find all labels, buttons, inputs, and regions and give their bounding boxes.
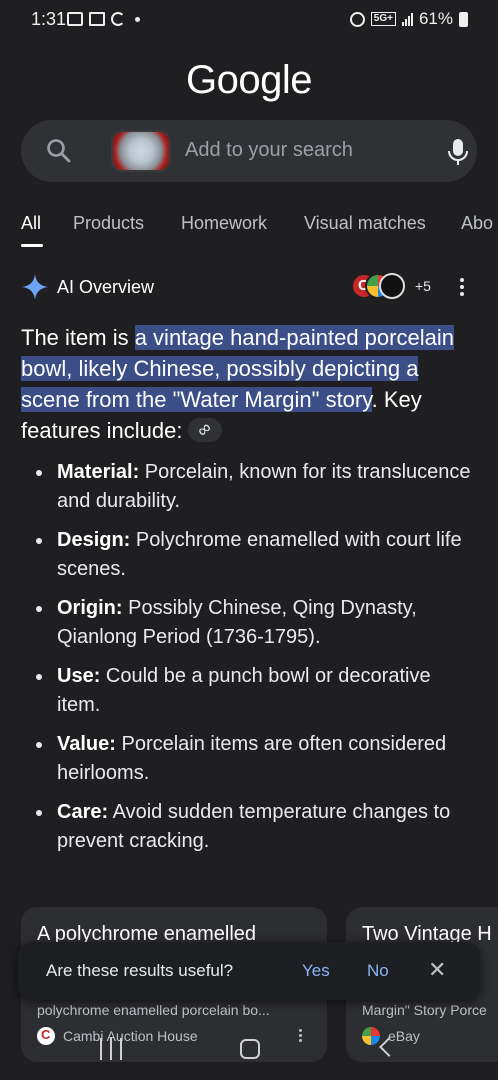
search-bar[interactable]: Add to your search — [21, 120, 477, 182]
close-icon[interactable]: ✕ — [428, 957, 446, 983]
feature-text: Porcelain items are often considered hei… — [57, 733, 447, 784]
link-icon[interactable] — [188, 418, 223, 442]
feature-label: Material: — [57, 461, 140, 483]
ai-sparkle-icon — [22, 274, 48, 300]
search-tabs: All Products Homework Visual matches Abo — [0, 210, 498, 250]
ai-overview-summary: The item is a vintage hand-painted porce… — [21, 322, 481, 446]
list-item: Value: Porcelain items are often conside… — [36, 730, 476, 788]
key-features-list: Material: Porcelain, known for its trans… — [36, 458, 476, 866]
recent-apps-icon[interactable] — [100, 1038, 122, 1060]
feature-text: Could be a punch bowl or decorative item… — [57, 665, 431, 716]
alarm-icon — [349, 11, 365, 27]
card-description: polychrome enamelled porcelain bo... — [37, 1002, 270, 1018]
do-not-disturb-icon — [111, 12, 125, 26]
battery-percent: 61% — [418, 9, 453, 28]
feature-label: Care: — [57, 801, 109, 823]
google-logo[interactable]: Google — [0, 58, 498, 103]
more-sources-count[interactable]: +5 — [415, 278, 431, 294]
list-item: Design: Polychrome enamelled with court … — [36, 526, 476, 584]
feedback-yes-button[interactable]: Yes — [302, 961, 330, 981]
signal-icon — [401, 12, 413, 26]
list-item: Origin: Possibly Chinese, Qing Dynasty, … — [36, 594, 476, 652]
third-source-icon[interactable] — [379, 273, 405, 299]
tab-about[interactable]: Abo — [461, 213, 493, 234]
mail-icon — [89, 12, 105, 26]
tab-visual-matches[interactable]: Visual matches — [304, 213, 426, 234]
tab-all[interactable]: All — [21, 213, 41, 234]
gallery-icon — [67, 12, 83, 26]
summary-intro: The item is — [21, 325, 135, 350]
tab-products[interactable]: Products — [73, 213, 144, 234]
list-item: Material: Porcelain, known for its trans… — [36, 458, 476, 516]
microphone-icon[interactable] — [447, 138, 469, 166]
feedback-question: Are these results useful? — [46, 961, 234, 980]
list-item: Use: Could be a punch bowl or decorative… — [36, 662, 476, 720]
status-time: 1:31 — [31, 9, 67, 29]
feature-label: Use: — [57, 665, 101, 687]
home-icon[interactable] — [240, 1039, 260, 1059]
source-favicons[interactable] — [351, 273, 421, 301]
tab-homework[interactable]: Homework — [181, 213, 267, 234]
feature-label: Value: — [57, 733, 116, 755]
battery-icon — [459, 11, 468, 27]
list-item: Care: Avoid sudden temperature changes t… — [36, 798, 476, 856]
ai-overview-title: AI Overview — [57, 277, 155, 297]
more-notifications-dot-icon — [135, 16, 140, 22]
network-type: 5G+ — [370, 12, 396, 26]
active-tab-indicator — [21, 244, 43, 247]
card-description: Margin" Story Porce — [362, 1002, 487, 1018]
feature-text: Avoid sudden temperature changes to prev… — [57, 801, 451, 852]
status-bar: 1:31 5G+ 61% — [0, 0, 498, 40]
ai-overview-header: AI Overview +5 — [21, 273, 477, 303]
back-icon[interactable] — [379, 1037, 399, 1057]
feature-label: Design: — [57, 529, 131, 551]
feedback-snackbar: Are these results useful? Yes No ✕ — [18, 942, 480, 1000]
system-icons: 5G+ 61% — [349, 9, 468, 29]
feedback-no-button[interactable]: No — [367, 961, 389, 981]
system-nav-bar — [0, 1020, 498, 1080]
bowl-image-thumbnail[interactable] — [111, 130, 171, 172]
search-icon[interactable] — [46, 138, 72, 164]
search-input[interactable]: Add to your search — [185, 139, 353, 162]
notification-icons — [67, 9, 140, 29]
more-options-icon[interactable] — [459, 278, 465, 296]
feature-label: Origin: — [57, 597, 123, 619]
